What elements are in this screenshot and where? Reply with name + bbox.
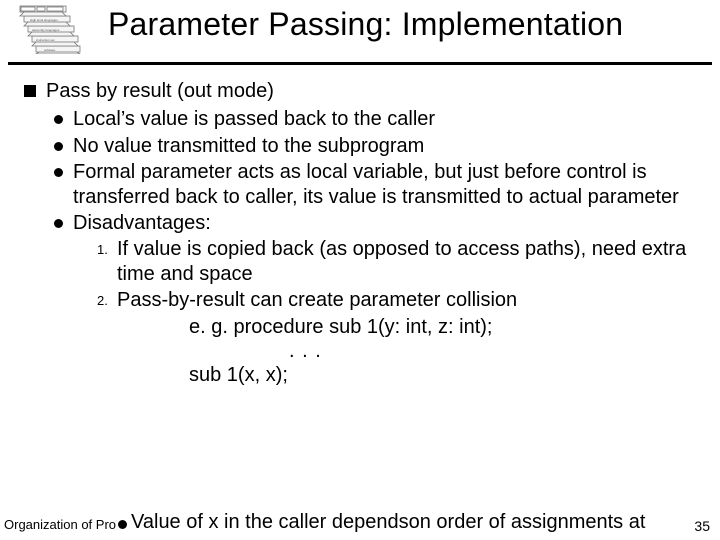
page-title: Parameter Passing: Implementation (108, 6, 623, 43)
svg-text:instruction set: instruction set (36, 38, 55, 42)
call-line: sub 1(x, x); (189, 363, 706, 387)
disc-bullet-icon (54, 219, 63, 228)
example-line: e. g. procedure sub 1(y: int, z: int); (189, 315, 706, 339)
level1-text: Pass by result (out mode) (46, 79, 706, 103)
disc-bullet-icon (54, 115, 63, 124)
square-bullet-icon (24, 85, 36, 97)
disc-bullet-icon (54, 168, 63, 177)
footer-overlap: Organization of Pro Value of x in the ca… (4, 511, 645, 534)
svg-text:assembly languages: assembly languages (32, 28, 60, 32)
example-block: e. g. procedure sub 1(y: int, z: int); (189, 315, 706, 339)
bullet-level1: Pass by result (out mode) (24, 79, 706, 103)
disc-bullet-icon (118, 520, 127, 529)
number-marker: 2. (97, 293, 111, 309)
header: High level languages assembly languages … (8, 0, 712, 65)
footer-main-a: Value of x in the caller depends (131, 511, 409, 534)
svg-text:High level languages: High level languages (30, 18, 58, 22)
ellipsis-line: . . . (289, 339, 706, 363)
body: Pass by result (out mode) Local’s value … (0, 65, 720, 388)
stack-diagram-icon: High level languages assembly languages … (8, 4, 96, 54)
level2-text: No value transmitted to the subprogram (73, 134, 706, 158)
list-item: Formal parameter acts as local variable,… (54, 160, 706, 209)
disc-bullet-icon (54, 142, 63, 151)
list-item: Local’s value is passed back to the call… (54, 107, 706, 131)
page-number: 35 (694, 518, 710, 534)
level3-text: If value is copied back (as opposed to a… (117, 237, 706, 286)
level2-text: Formal parameter acts as local variable,… (73, 160, 706, 209)
level2-list: Local’s value is passed back to the call… (54, 107, 706, 387)
list-item: 2. Pass-by-result can create parameter c… (97, 288, 706, 312)
level2-text: Disadvantages: 1. If value is copied bac… (73, 211, 706, 388)
slide: High level languages assembly languages … (0, 0, 720, 540)
level3-text: Pass-by-result can create parameter coll… (117, 288, 706, 312)
number-marker: 1. (97, 242, 111, 258)
footer-small-left: Organization of Pro (4, 517, 116, 534)
list-item: Disadvantages: 1. If value is copied bac… (54, 211, 706, 388)
disadvantages-label: Disadvantages: (73, 212, 211, 234)
footer-main-b: on order of assignments at (409, 511, 646, 534)
list-item: No value transmitted to the subprogram (54, 134, 706, 158)
svg-text:software: software (44, 48, 56, 52)
level2-text: Local’s value is passed back to the call… (73, 107, 706, 131)
level3-list: 1. If value is copied back (as opposed t… (97, 237, 706, 312)
list-item: 1. If value is copied back (as opposed t… (97, 237, 706, 286)
